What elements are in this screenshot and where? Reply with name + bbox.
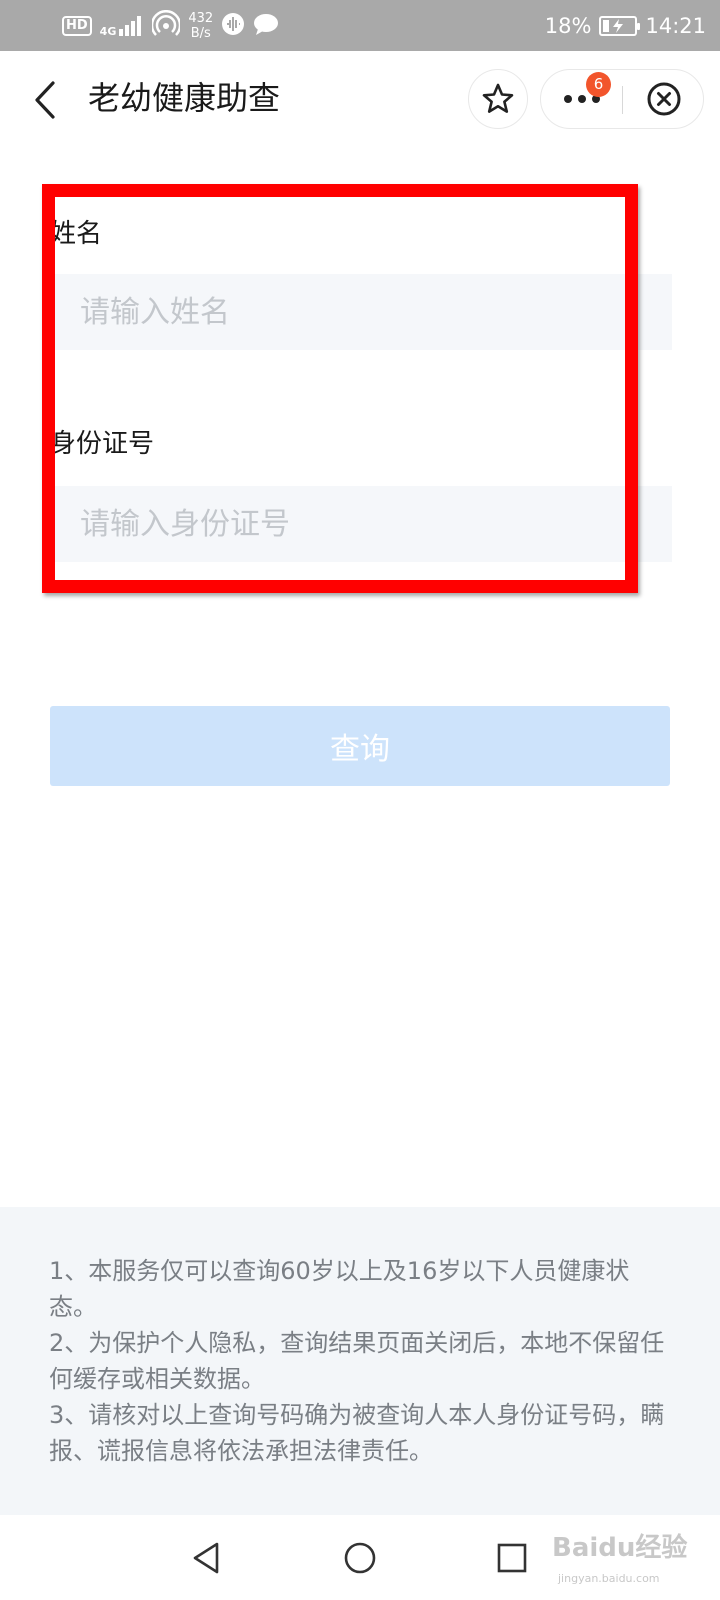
query-button[interactable]: 查询 (50, 706, 670, 786)
notice-panel: 1、本服务仅可以查询60岁以上及16岁以下人员健康状态。 2、为保护个人隐私，查… (0, 1207, 720, 1515)
notice-line-3: 3、请核对以上查询号码确为被查询人本人身份证号码，瞒报、谎报信息将依法承担法律责… (49, 1401, 665, 1465)
signal-icon: 4G (100, 15, 145, 37)
status-bar: HD 4G 432 B/s 18% 14:21 (0, 0, 720, 51)
header: 老幼健康助查 (0, 51, 720, 146)
status-left-icons: HD 4G 432 B/s (62, 8, 279, 44)
clock: 14:21 (645, 14, 706, 38)
hd-icon: HD (62, 16, 92, 36)
watermark-logo: Baidu经验 (552, 1533, 688, 1563)
network-type: 4G (99, 25, 117, 38)
star-icon (482, 83, 514, 113)
close-circle-icon (647, 82, 681, 116)
favorite-button[interactable] (468, 69, 528, 129)
chevron-left-icon (35, 81, 55, 119)
notice-line-1: 1、本服务仅可以查询60岁以上及16岁以下人员健康状态。 (49, 1257, 630, 1321)
status-right-icons: 18% 14:21 (545, 8, 706, 44)
nav-home-button[interactable] (330, 1533, 390, 1583)
id-number-label: 身份证号 (50, 429, 155, 459)
battery-fill (603, 20, 609, 32)
battery-icon (599, 16, 641, 36)
notice-line-2: 2、为保护个人隐私，查询结果页面关闭后，本地不保留任何缓存或相关数据。 (49, 1329, 665, 1393)
hotspot-icon (151, 9, 182, 42)
name-input[interactable] (54, 274, 672, 350)
nav-back-button[interactable] (176, 1533, 236, 1583)
circle-home-icon (344, 1542, 376, 1574)
speed-unit: B/s (190, 26, 211, 41)
network-speed: 432 B/s (188, 11, 213, 41)
watermark-url: jingyan.baidu.com (558, 1572, 660, 1585)
square-recents-icon (497, 1543, 527, 1573)
battery-percent: 18% (544, 14, 592, 38)
id-number-input[interactable] (54, 486, 672, 562)
speed-value: 432 (188, 11, 214, 26)
more-button[interactable] (541, 70, 623, 128)
nav-recents-button[interactable] (482, 1533, 542, 1583)
mini-program-capsule (540, 69, 704, 129)
chat-app-icon (253, 12, 279, 40)
audio-app-icon (221, 12, 245, 40)
notification-badge: 6 (586, 72, 611, 97)
back-button[interactable] (22, 75, 66, 125)
close-button[interactable] (623, 70, 705, 128)
page-title: 老幼健康助查 (88, 79, 281, 117)
name-label: 姓名 (50, 219, 103, 249)
triangle-back-icon (193, 1542, 219, 1574)
